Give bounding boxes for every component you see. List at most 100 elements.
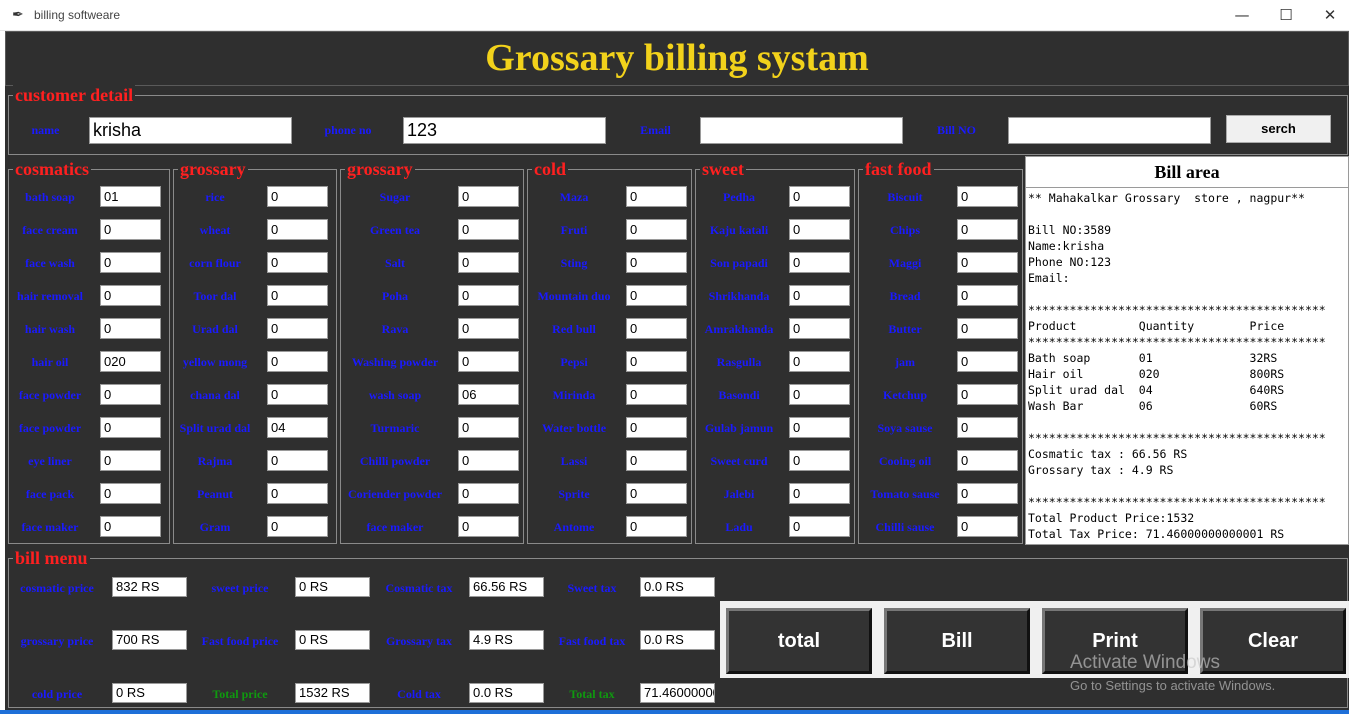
item-label: face cream: [22, 223, 78, 237]
item-quantity-field[interactable]: 0: [626, 483, 687, 504]
item-quantity-field[interactable]: 0: [789, 384, 850, 405]
item-quantity-field[interactable]: 0: [267, 384, 328, 405]
item-quantity-field[interactable]: 0: [626, 186, 687, 207]
item-quantity-field[interactable]: 0: [267, 351, 328, 372]
name-field[interactable]: krisha: [89, 117, 292, 144]
item-label: Sting: [560, 256, 588, 270]
bill-button[interactable]: Bill: [884, 608, 1030, 674]
item-quantity-field[interactable]: 0: [789, 417, 850, 438]
item-quantity-field[interactable]: 0: [789, 252, 850, 273]
item-quantity-field[interactable]: 0: [789, 351, 850, 372]
item-quantity-field[interactable]: 0: [626, 351, 687, 372]
item-label: Maza: [559, 190, 589, 204]
item-quantity-field[interactable]: 0: [100, 450, 161, 471]
item-quantity-field[interactable]: 0: [100, 219, 161, 240]
item-quantity-field[interactable]: 0: [789, 516, 850, 537]
item-quantity-field[interactable]: 0: [626, 219, 687, 240]
item-quantity-field[interactable]: 0: [267, 483, 328, 504]
item-quantity-field[interactable]: 0: [957, 318, 1018, 339]
item-quantity-field[interactable]: 0: [458, 417, 519, 438]
bill-menu-label: Total price: [212, 687, 268, 701]
item-quantity-field[interactable]: 0: [267, 318, 328, 339]
item-quantity-field[interactable]: 06: [458, 384, 519, 405]
bill-menu-legend: bill menu: [13, 548, 90, 568]
item-quantity-field[interactable]: 0: [458, 285, 519, 306]
item-label: Ketchup: [882, 388, 927, 402]
item-quantity-field[interactable]: 0: [267, 219, 328, 240]
item-quantity-field[interactable]: 0: [789, 285, 850, 306]
maximize-button[interactable]: ☐: [1264, 2, 1308, 29]
item-quantity-field[interactable]: 0: [626, 417, 687, 438]
item-label: Basondi: [718, 388, 760, 402]
item-quantity-field[interactable]: 0: [626, 318, 687, 339]
item-label: Coriender powder: [347, 487, 443, 501]
item-quantity-field[interactable]: 0: [626, 285, 687, 306]
item-quantity-field[interactable]: 0: [957, 450, 1018, 471]
item-quantity-field[interactable]: 0: [789, 318, 850, 339]
item-quantity-field[interactable]: 0: [100, 318, 161, 339]
item-quantity-field[interactable]: 0: [100, 384, 161, 405]
item-quantity-field[interactable]: 0: [626, 384, 687, 405]
item-quantity-field[interactable]: 0: [458, 516, 519, 537]
item-quantity-field[interactable]: 0: [957, 186, 1018, 207]
item-quantity-field[interactable]: 0: [957, 219, 1018, 240]
item-quantity-field[interactable]: 0: [957, 516, 1018, 537]
item-quantity-field[interactable]: 0: [957, 351, 1018, 372]
bill-textarea[interactable]: ** Mahakalkar Grossary store , nagpur** …: [1026, 188, 1348, 544]
item-quantity-field[interactable]: 0: [267, 450, 328, 471]
item-quantity-field[interactable]: 04: [267, 417, 328, 438]
item-quantity-field[interactable]: 0: [957, 483, 1018, 504]
bill-menu-field[interactable]: 700 RS: [112, 630, 187, 650]
item-label: face powder: [18, 388, 82, 402]
section-legend: sweet: [700, 159, 746, 179]
item-quantity-field[interactable]: 0: [267, 186, 328, 207]
item-quantity-field[interactable]: 0: [458, 351, 519, 372]
item-label: Turmaric: [370, 421, 420, 435]
item-quantity-field[interactable]: 0: [267, 516, 328, 537]
item-quantity-field[interactable]: 0: [458, 450, 519, 471]
item-quantity-field[interactable]: 0: [957, 252, 1018, 273]
item-label: Amrakhanda: [704, 322, 774, 336]
customer-detail-legend: customer detail: [13, 85, 136, 105]
item-quantity-field[interactable]: 0: [626, 516, 687, 537]
item-quantity-field[interactable]: 0: [100, 417, 161, 438]
item-quantity-field[interactable]: 0: [458, 318, 519, 339]
item-label: Rasgulla: [716, 355, 762, 369]
bill-no-field[interactable]: [1008, 117, 1211, 144]
bill-menu-field[interactable]: 0.0 RS: [640, 577, 715, 597]
item-quantity-field[interactable]: 0: [100, 252, 161, 273]
item-quantity-field[interactable]: 0: [789, 483, 850, 504]
item-quantity-field[interactable]: 0: [789, 219, 850, 240]
item-quantity-field[interactable]: 0: [458, 252, 519, 273]
item-quantity-field[interactable]: 0: [458, 186, 519, 207]
item-quantity-field[interactable]: 0: [458, 483, 519, 504]
bill-menu-field[interactable]: 71.46000000: [640, 683, 715, 703]
item-quantity-field[interactable]: 0: [267, 252, 328, 273]
item-label: Jalebi: [723, 487, 755, 501]
item-quantity-field[interactable]: 0: [100, 516, 161, 537]
total-button[interactable]: total: [726, 608, 872, 674]
item-quantity-field[interactable]: 020: [100, 351, 161, 372]
bill-menu-field[interactable]: 0 RS: [112, 683, 187, 703]
item-quantity-field[interactable]: 0: [957, 417, 1018, 438]
phone-field[interactable]: 123: [403, 117, 606, 144]
item-quantity-field[interactable]: 0: [626, 252, 687, 273]
item-quantity-field[interactable]: 0: [626, 450, 687, 471]
item-quantity-field[interactable]: 0: [789, 186, 850, 207]
email-field[interactable]: [700, 117, 903, 144]
item-quantity-field[interactable]: 01: [100, 186, 161, 207]
item-quantity-field[interactable]: 0: [267, 285, 328, 306]
section-legend: grossary: [345, 159, 415, 179]
bill-menu-field[interactable]: 0.0 RS: [640, 630, 715, 650]
item-quantity-field[interactable]: 0: [789, 450, 850, 471]
bill-menu-field[interactable]: 832 RS: [112, 577, 187, 597]
close-button[interactable]: ✕: [1308, 2, 1349, 29]
item-quantity-field[interactable]: 0: [957, 384, 1018, 405]
item-quantity-field[interactable]: 0: [100, 285, 161, 306]
item-label: Bread: [889, 289, 921, 303]
search-button[interactable]: serch: [1226, 115, 1331, 143]
minimize-button[interactable]: —: [1220, 2, 1264, 29]
item-quantity-field[interactable]: 0: [458, 219, 519, 240]
item-quantity-field[interactable]: 0: [957, 285, 1018, 306]
item-quantity-field[interactable]: 0: [100, 483, 161, 504]
